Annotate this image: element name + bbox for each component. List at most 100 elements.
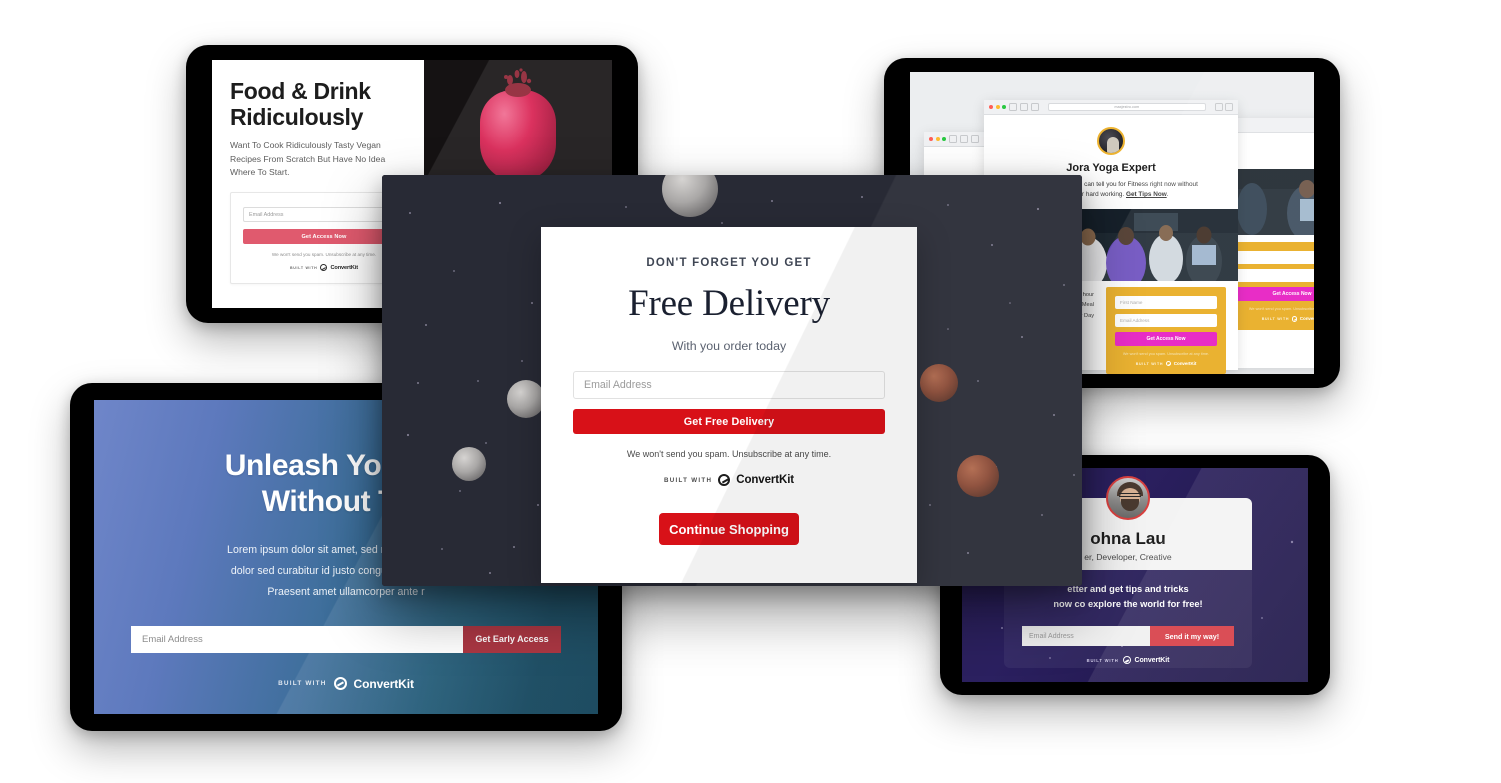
yoga-description-end: . [1166, 190, 1169, 198]
convertkit-brand-label: ConvertKit [1134, 656, 1170, 664]
convertkit-logo-icon [1165, 360, 1172, 367]
unleash-signup-form: Email Address Get Early Access [131, 625, 561, 653]
close-dot-icon[interactable] [989, 105, 993, 109]
johna-signup-form: Email Address Send it my way! [1022, 626, 1234, 646]
zoom-dot-icon[interactable] [942, 137, 947, 141]
minimize-dot-icon[interactable] [995, 105, 1000, 109]
unleash-cta-label: Get Early Access [475, 634, 549, 645]
moon-left-upper [507, 380, 545, 418]
cocktail-illustration [480, 68, 556, 182]
window-controls-back[interactable] [929, 137, 947, 141]
built-with-label: BUILT WITH [1261, 316, 1290, 321]
convertkit-brand-label: ConvertKit [1299, 316, 1314, 322]
convertkit-logo-icon [333, 677, 347, 691]
convertkit-brand-label: ConvertKit [330, 264, 359, 271]
zoom-dot-icon[interactable] [1002, 105, 1007, 109]
back-nav-icon[interactable] [1009, 103, 1018, 111]
unleash-cta-button[interactable]: Get Early Access [463, 625, 561, 653]
built-with-label: BUILT WITH [1086, 657, 1119, 663]
get-tips-now-link[interactable]: Get Tips Now [1126, 191, 1167, 198]
yoga-email-input[interactable]: Email Address [1115, 313, 1217, 327]
unleash-email-placeholder: Email Address [142, 633, 203, 645]
sidebar-icon[interactable] [1031, 103, 1040, 111]
convertkit-brand-label: ConvertKit [736, 474, 795, 486]
back-nav-icon[interactable] [949, 135, 958, 143]
convertkit-logo-icon [1122, 656, 1131, 664]
convertkit-logo-icon [718, 474, 731, 486]
johna-copy-line2: now co explore the world for free! [1053, 599, 1203, 610]
free-delivery-kicker: DON'T FORGET YOU GET [646, 257, 812, 269]
free-delivery-email-placeholder: Email Address [584, 379, 652, 391]
free-delivery-subheadline: With you order today [671, 339, 787, 353]
food-drink-spam-note: We won't send you spam. Unsubscribe at a… [271, 252, 377, 258]
screen-free-delivery: DON'T FORGET YOU GET Free Delivery With … [382, 175, 1082, 586]
johna-cta-label: Send it my way! [1164, 631, 1220, 641]
browser-toolbar-main: maxjestro.com [984, 100, 1238, 115]
built-with-label: BUILT WITH [278, 680, 327, 688]
johna-cta-button[interactable]: Send it my way! [1150, 626, 1234, 646]
johna-email-placeholder: Email Address [1029, 632, 1074, 640]
food-drink-email-placeholder: Email Address [249, 211, 284, 218]
free-delivery-convertkit-badge: BUILT WITH ConvertKit [573, 474, 885, 486]
address-bar[interactable]: maxjestro.com [1048, 103, 1206, 111]
add-tab-icon[interactable] [1225, 103, 1233, 111]
food-drink-email-input[interactable]: Email Address [243, 207, 405, 223]
yoga-right-cta-label: Get Access Now [1272, 291, 1312, 297]
avatar-beard [1121, 499, 1139, 511]
yoga-cta-label: Get Access Now [1146, 335, 1186, 342]
yoga-page-title: Jora Yoga Expert [1066, 162, 1156, 174]
free-delivery-spam-note: We won't send you spam. Unsubscribe at a… [626, 449, 832, 459]
free-delivery-headline: Free Delivery [628, 283, 830, 324]
glasses-icon [1119, 493, 1141, 497]
close-dot-icon[interactable] [929, 137, 933, 141]
yoga-convertkit-badge: BUILT WITH ConvertKit [1115, 360, 1217, 367]
window-controls-main[interactable] [989, 105, 1007, 109]
built-with-label: BUILT WITH [289, 265, 318, 270]
yoga-signup-form: First Name Email Address Get Access Now … [1106, 286, 1226, 374]
built-with-label: BUILT WITH [1135, 361, 1164, 366]
device-frame-free-delivery: DON'T FORGET YOU GET Free Delivery With … [382, 175, 1082, 586]
share-icon[interactable] [1214, 103, 1223, 111]
johna-convertkit-badge: BUILT WITH ConvertKit [1004, 656, 1252, 664]
yoga-first-name-input[interactable]: First Name [1115, 295, 1217, 309]
food-drink-heading: Food & Drink Ridiculously [230, 78, 408, 130]
unleash-convertkit-badge: BUILT WITH ConvertKit [122, 677, 570, 691]
address-bar-url: maxjestro.com [1114, 105, 1140, 109]
browser-actions-main[interactable] [1214, 103, 1233, 111]
convertkit-brand-label: ConvertKit [353, 676, 414, 691]
johna-copy: etter and get tips and tricks now co exp… [1010, 582, 1246, 613]
yoga-first-name-placeholder: First Name [1120, 299, 1143, 305]
food-drink-convertkit-badge: BUILT WITH ConvertKit [243, 264, 405, 272]
food-drink-heading-line1: Food & Drink [230, 78, 371, 104]
food-drink-subheading: Want To Cook Ridiculously Tasty Vegan Re… [230, 140, 386, 178]
forward-nav-icon[interactable] [1020, 103, 1029, 111]
forward-nav-icon[interactable] [960, 135, 969, 143]
continue-shopping-button[interactable]: Continue Shopping [659, 513, 799, 545]
free-delivery-modal: DON'T FORGET YOU GET Free Delivery With … [541, 227, 917, 583]
unleash-email-input[interactable]: Email Address [131, 625, 463, 653]
free-delivery-modal-body: DON'T FORGET YOU GET Free Delivery With … [541, 227, 917, 545]
food-drink-cta-label: Get Access Now [301, 233, 347, 240]
yoga-avatar [1097, 127, 1125, 155]
cocktail-glass [480, 90, 556, 182]
splash-svg [504, 68, 532, 97]
built-with-label: BUILT WITH [663, 476, 713, 484]
moon-left-lower [452, 447, 486, 481]
johna-avatar [1106, 476, 1150, 520]
sidebar-icon[interactable] [971, 135, 980, 143]
planet-right-lower [957, 455, 999, 497]
free-delivery-cta-label: Get Free Delivery [683, 415, 775, 428]
minimize-dot-icon[interactable] [935, 137, 940, 141]
free-delivery-cta-button[interactable]: Get Free Delivery [573, 409, 885, 434]
johna-email-input[interactable]: Email Address [1022, 626, 1150, 646]
food-drink-cta-button[interactable]: Get Access Now [243, 229, 405, 245]
planet-right-upper [920, 364, 958, 402]
convertkit-brand-label: ConvertKit [1173, 361, 1197, 367]
yoga-spam-note: We won't send you spam. Unsubscribe at a… [1122, 351, 1210, 356]
yoga-email-placeholder: Email Address [1120, 317, 1150, 323]
convertkit-logo-icon [1291, 316, 1298, 322]
food-drink-heading-line2: Ridiculously [230, 104, 364, 131]
yoga-cta-button[interactable]: Get Access Now [1115, 331, 1217, 346]
mockup-collage: Food & Drink Ridiculously Want To Cook R… [0, 0, 1501, 783]
free-delivery-email-input[interactable]: Email Address [573, 371, 885, 399]
